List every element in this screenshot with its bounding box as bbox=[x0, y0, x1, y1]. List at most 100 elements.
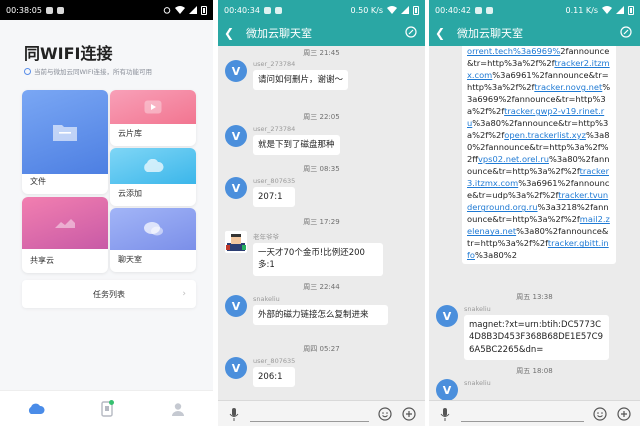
tile-cloud-library[interactable]: 云片库 bbox=[110, 90, 196, 146]
message-bubble[interactable]: 206:1 bbox=[253, 367, 296, 388]
message-item: V user_273784 就是下到了磁盘那种 bbox=[225, 125, 340, 156]
nav-device[interactable] bbox=[92, 394, 122, 424]
message-time: 周四 05:27 bbox=[303, 345, 340, 353]
nav-profile[interactable] bbox=[163, 394, 193, 424]
message-input[interactable] bbox=[250, 406, 369, 422]
add-icon[interactable] bbox=[401, 406, 417, 422]
message-item: V snakeliu bbox=[436, 379, 491, 400]
network-speed: 0.50 K/s bbox=[350, 5, 383, 15]
message-time: 周三 22:05 bbox=[303, 113, 340, 121]
message-bubble[interactable]: 请问如何删片，谢谢～ bbox=[253, 70, 349, 91]
message-list[interactable]: 周三 21:45 V user_273784 请问如何删片，谢谢～ 周三 22:… bbox=[218, 46, 425, 400]
home-screen: 00:38:05 同WIFI连接 当前与微加云同WIFI连接，所有功能可用 文件… bbox=[0, 0, 213, 426]
share-icon bbox=[55, 219, 75, 228]
message-bubble[interactable]: 一天才70个金币!比例还200多:1 bbox=[253, 243, 383, 276]
message-bubble[interactable]: 207:1 bbox=[253, 187, 296, 208]
status-time: 00:40:34 bbox=[224, 5, 260, 15]
avatar[interactable]: V bbox=[225, 177, 247, 199]
message-bubble[interactable]: magnet:?xt=urn:btih:DC5773C4D8B3D453F368… bbox=[464, 315, 609, 360]
tracker-link-bubble[interactable]: orrent.tech%3a6969%2fannounce&tr=http%3a… bbox=[462, 46, 616, 265]
chat-title: 微加云聊天室 bbox=[457, 27, 523, 40]
emoji-icon[interactable] bbox=[592, 406, 608, 422]
status-bar: 00:40:42 0.11 K/s bbox=[429, 0, 640, 20]
avatar[interactable]: V bbox=[436, 379, 458, 400]
username: snakeliu bbox=[464, 379, 491, 387]
chatroom-tile-art bbox=[110, 208, 196, 250]
wifi-icon bbox=[602, 6, 612, 14]
edit-icon[interactable] bbox=[620, 26, 632, 38]
avatar[interactable]: V bbox=[225, 60, 247, 82]
notification-icon bbox=[263, 6, 271, 14]
tile-cloud-library-label: 云片库 bbox=[118, 129, 142, 138]
tracker-link[interactable]: tracker.novg.net bbox=[534, 82, 602, 92]
avatar[interactable]: V bbox=[436, 305, 458, 327]
username: 老年爷爷 bbox=[253, 233, 279, 241]
avatar[interactable]: V bbox=[225, 357, 247, 379]
connection-status: 当前与微加云同WIFI连接，所有功能可用 bbox=[24, 66, 152, 76]
emoji-icon[interactable] bbox=[377, 406, 393, 422]
signal-icon bbox=[189, 6, 197, 14]
tracker-link[interactable]: orrent.tech%3a6969% bbox=[467, 46, 560, 56]
tracker-link[interactable]: fvps02.net.orel.ru bbox=[478, 154, 549, 164]
message-input[interactable] bbox=[461, 406, 584, 422]
tile-share-cloud[interactable]: 共享云 bbox=[22, 197, 108, 273]
avatar[interactable]: V bbox=[225, 125, 247, 147]
task-list-button[interactable]: 任务列表 › bbox=[22, 280, 196, 308]
alarm-icon bbox=[163, 7, 171, 14]
status-bar: 00:40:34 0.50 K/s bbox=[218, 0, 425, 20]
message-item: V snakeliu 外部的磁力链接怎么复制进来 bbox=[225, 295, 388, 326]
username: user_273784 bbox=[253, 125, 296, 133]
chatroom-screen: 00:40:34 0.50 K/s ❮ 微加云聊天室 周三 21:45 V us… bbox=[218, 0, 425, 426]
tile-chatroom[interactable]: 聊天室 bbox=[110, 208, 196, 272]
message-item: 老年爷爷 一天才70个金币!比例还200多:1 bbox=[225, 231, 383, 276]
signal-icon bbox=[401, 6, 409, 14]
play-icon bbox=[144, 100, 162, 114]
message-time: 周三 17:29 bbox=[303, 218, 340, 226]
connection-status-text: 当前与微加云同WIFI连接，所有功能可用 bbox=[34, 68, 152, 76]
battery-icon bbox=[201, 5, 207, 15]
battery-icon bbox=[413, 5, 419, 15]
back-icon[interactable]: ❮ bbox=[224, 26, 238, 40]
tile-file[interactable]: 文件 bbox=[22, 90, 108, 194]
message-list[interactable]: orrent.tech%3a6969%2fannounce&tr=http%3a… bbox=[429, 46, 640, 400]
battery-icon bbox=[628, 5, 634, 15]
microphone-icon[interactable] bbox=[226, 406, 242, 422]
username: snakeliu bbox=[464, 305, 491, 313]
tile-file-label: 文件 bbox=[30, 177, 46, 186]
message-item: V user_807635 207:1 bbox=[225, 177, 296, 208]
message-time: 周三 21:45 bbox=[303, 49, 340, 57]
bottom-nav bbox=[0, 390, 213, 426]
image-notification-icon bbox=[274, 6, 282, 14]
chat-bubble-icon bbox=[144, 222, 163, 236]
microphone-icon[interactable] bbox=[437, 406, 453, 422]
chat-header: ❮ 微加云聊天室 bbox=[218, 20, 425, 46]
add-icon[interactable] bbox=[616, 406, 632, 422]
chat-header: ❮ 微加云聊天室 bbox=[429, 20, 640, 46]
notification-icon bbox=[474, 6, 482, 14]
tile-chatroom-label: 聊天室 bbox=[118, 255, 142, 264]
input-bar bbox=[218, 400, 425, 426]
username: snakeliu bbox=[253, 295, 280, 303]
username: user_273784 bbox=[253, 60, 296, 68]
avatar[interactable] bbox=[225, 231, 247, 253]
input-bar bbox=[429, 400, 640, 426]
back-icon[interactable]: ❮ bbox=[435, 26, 449, 40]
nav-cloud[interactable] bbox=[21, 394, 51, 424]
cloud-nav-icon bbox=[28, 403, 45, 414]
online-dot bbox=[108, 399, 114, 405]
folder-icon bbox=[53, 125, 77, 141]
user-nav-icon bbox=[171, 402, 184, 416]
username: user_807635 bbox=[253, 357, 296, 365]
network-speed: 0.11 K/s bbox=[565, 5, 598, 15]
avatar[interactable]: V bbox=[225, 295, 247, 317]
message-bubble[interactable]: 外部的磁力链接怎么复制进来 bbox=[253, 305, 388, 326]
cloud-icon bbox=[144, 159, 164, 172]
tile-cloud-add[interactable]: 云添加 bbox=[110, 148, 196, 206]
tracker-link[interactable]: open.trackerlist.xyz bbox=[504, 130, 586, 140]
status-time: 00:38:05 bbox=[6, 5, 42, 15]
message-bubble[interactable]: 就是下到了磁盘那种 bbox=[253, 135, 340, 156]
edit-icon[interactable] bbox=[405, 26, 417, 38]
status-bar: 00:38:05 bbox=[0, 0, 213, 20]
chevron-right-icon: › bbox=[182, 289, 186, 299]
signal-icon bbox=[616, 6, 624, 14]
